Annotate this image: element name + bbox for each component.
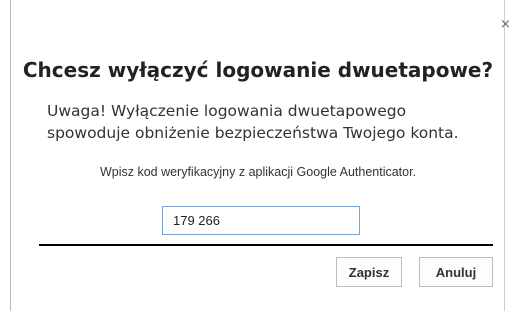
- cancel-button[interactable]: Anuluj: [419, 257, 493, 287]
- footer-divider: [39, 244, 493, 246]
- dialog-title: Chcesz wyłączyć logowanie dwuetapowe?: [22, 58, 494, 82]
- instruction-text: Wpisz kod weryfikacyjny z aplikacji Goog…: [99, 165, 417, 179]
- close-icon[interactable]: ×: [500, 18, 511, 31]
- dialog-left-border: [10, 0, 11, 311]
- save-button[interactable]: Zapisz: [336, 257, 402, 287]
- verification-code-input[interactable]: [162, 206, 360, 235]
- disable-2fa-dialog: × Chcesz wyłączyć logowanie dwuetapowe? …: [0, 0, 512, 311]
- warning-text: Uwaga! Wyłączenie logowania dwuetapowego…: [47, 102, 459, 142]
- dialog-right-border: [504, 0, 505, 311]
